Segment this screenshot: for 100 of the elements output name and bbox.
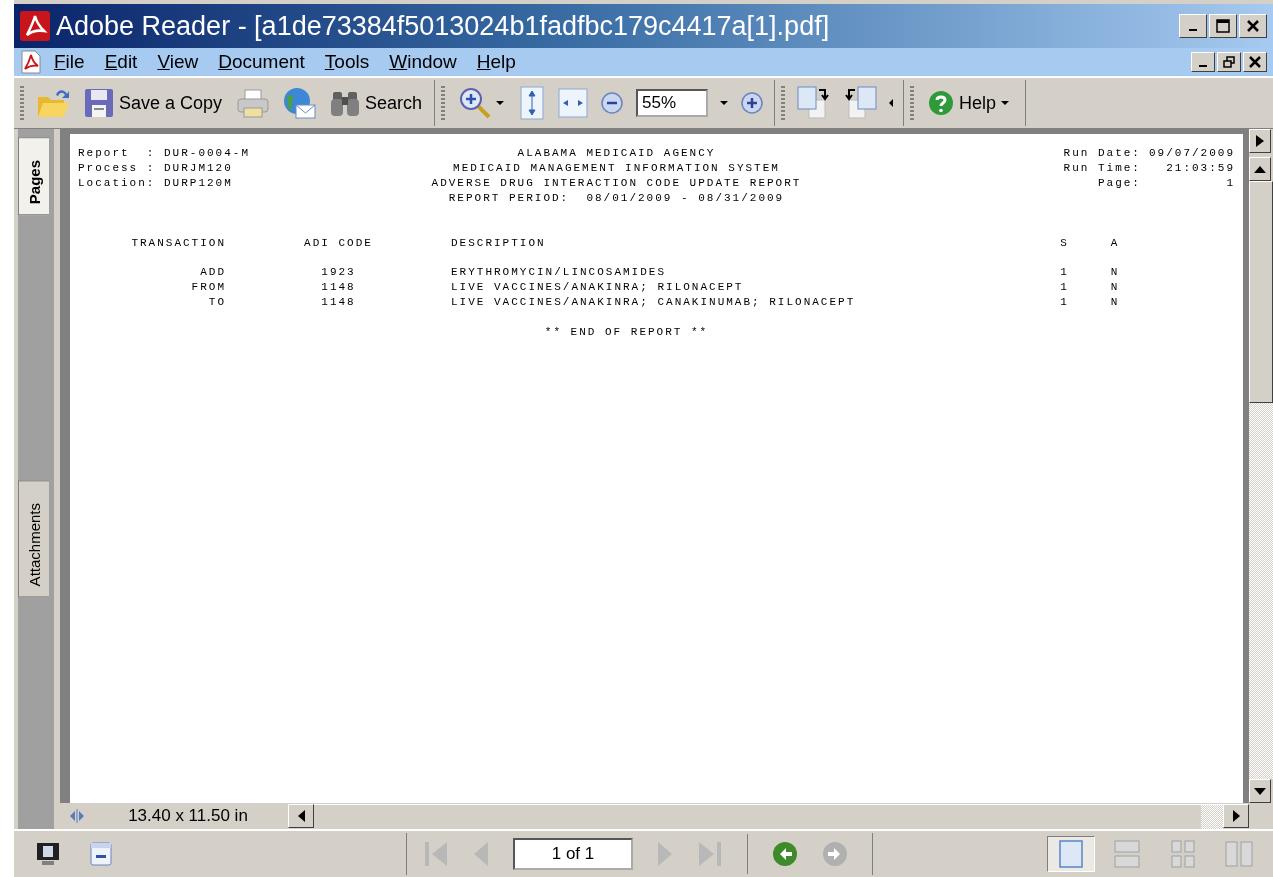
magnifier-plus-icon xyxy=(459,87,492,119)
minimize-icon xyxy=(1199,65,1207,67)
table-cell-text: FROM xyxy=(190,280,226,295)
restore-icon xyxy=(1223,56,1235,68)
right-arrow-icon xyxy=(1232,810,1240,822)
down-arrow-icon xyxy=(1254,787,1266,795)
zoom-in-icon[interactable] xyxy=(740,91,765,115)
page-number-field[interactable]: 1 of 1 xyxy=(513,838,633,870)
page-layout-button[interactable] xyxy=(1047,836,1095,872)
caret-icon xyxy=(1001,101,1010,105)
up-arrow-icon xyxy=(1254,165,1266,173)
table-cell-text: 1148 xyxy=(320,280,357,295)
menu-item[interactable]: Window xyxy=(381,51,465,73)
single-page-icon xyxy=(1059,840,1083,868)
menu-item[interactable]: Document xyxy=(210,51,313,73)
panel-toggle-button[interactable] xyxy=(1249,129,1271,153)
menu-item[interactable]: File xyxy=(46,51,93,73)
zoom-caret-icon[interactable] xyxy=(720,101,729,105)
report-heading-line: ADVERSE DRUG INTERACTION CODE UPDATE REPORT xyxy=(431,176,802,191)
report-heading-line: ALABAMA MEDICAID AGENCY xyxy=(517,146,716,161)
zoom-out-icon[interactable] xyxy=(600,91,625,115)
window-title: Adobe Reader - [a1de73384f5013024b1fadfbc179c4417a[1].pdf] xyxy=(56,10,831,42)
facing-pages-icon xyxy=(1225,841,1253,867)
close-icon xyxy=(1246,19,1260,33)
column-heading: TRANSACTION xyxy=(130,236,226,251)
table-cell-text: LIVE VACCINES/ANAKINRA; CANAKINUMAB; RILONACEPT xyxy=(451,295,857,310)
maximize-button[interactable] xyxy=(1209,14,1237,38)
run-info-value: 21:03:59 xyxy=(1166,161,1235,176)
minimize-icon xyxy=(1189,29,1197,31)
table-cell-text: 1 xyxy=(1059,295,1070,310)
menu-item[interactable]: Tools xyxy=(316,51,378,73)
table-cell-text: 1 xyxy=(1059,265,1070,280)
search-button[interactable]: Search xyxy=(328,87,425,119)
scroll-down-button[interactable] xyxy=(1249,779,1271,803)
page-size-label: 13.40 x 11.50 in xyxy=(127,806,249,826)
side-panel-tab[interactable]: Pages xyxy=(18,137,49,216)
scrollbar-thumb[interactable] xyxy=(1201,804,1223,829)
doc-minimize-button[interactable] xyxy=(1191,52,1215,72)
next-page-icon xyxy=(657,840,673,868)
table-cell-text: ADD xyxy=(199,265,226,280)
rotate-clockwise-icon[interactable] xyxy=(797,86,832,120)
help-icon xyxy=(928,90,955,116)
first-page-icon xyxy=(423,840,449,868)
last-page-icon xyxy=(697,840,723,868)
close-icon xyxy=(1248,55,1262,69)
open-folder-icon[interactable] xyxy=(36,87,70,119)
grid-pages-icon xyxy=(1171,840,1195,868)
menu-item[interactable]: Edit xyxy=(96,51,146,73)
monitor-icon[interactable] xyxy=(36,842,60,866)
binoculars-icon xyxy=(330,89,361,117)
zoom-tool-button[interactable] xyxy=(457,85,507,121)
app-logo-icon xyxy=(20,11,50,41)
close-button[interactable] xyxy=(1239,14,1267,38)
fit-height-icon[interactable] xyxy=(518,86,547,120)
table-cell-text: N xyxy=(1109,295,1121,310)
zoom-field[interactable]: 55% xyxy=(636,89,709,117)
table-cell-text: 1148 xyxy=(320,295,357,310)
table-cell-text: TO xyxy=(207,295,226,310)
help-button[interactable]: Help xyxy=(926,88,1012,118)
globe-mail-icon[interactable] xyxy=(282,87,317,119)
pdf-document-icon xyxy=(20,50,42,74)
rotate-counterclockwise-icon[interactable] xyxy=(843,86,878,120)
save-copy-button[interactable]: Save a Copy xyxy=(82,86,225,120)
end-of-report-text: ** END OF REPORT ** xyxy=(544,326,709,338)
fit-width-icon[interactable] xyxy=(558,88,589,118)
previous-page-icon xyxy=(473,840,489,868)
expand-arrow-icon[interactable] xyxy=(889,99,894,107)
column-heading: A xyxy=(1109,236,1121,251)
run-info-value: 1 xyxy=(1226,176,1235,191)
minimize-button[interactable] xyxy=(1179,14,1207,38)
run-info-label: Run Time: xyxy=(1063,161,1141,176)
back-button[interactable] xyxy=(772,841,798,867)
table-cell-text: 1 xyxy=(1059,280,1070,295)
run-info-label: Page: xyxy=(1097,176,1141,191)
scrollbar-thumb[interactable] xyxy=(1249,181,1273,403)
table-cell-text: LIVE VACCINES/ANAKINRA; RILONACEPT xyxy=(451,280,745,295)
column-heading: DESCRIPTION xyxy=(451,236,547,251)
run-info-value: 09/07/2009 xyxy=(1149,146,1235,161)
right-arrow-icon xyxy=(1256,135,1264,147)
report-heading-line: MEDICAID MANAGEMENT INFORMATION SYSTEM xyxy=(453,161,780,176)
side-panel-tab[interactable]: Attachments xyxy=(18,480,49,598)
scroll-left-button[interactable] xyxy=(288,804,314,828)
report-info-line: Location: DURP120M xyxy=(78,176,234,191)
table-cell-text: N xyxy=(1109,280,1121,295)
menu-item[interactable]: Help xyxy=(468,51,524,73)
report-info-line: Process : DURJM120 xyxy=(78,161,234,176)
panel-icon[interactable] xyxy=(90,842,112,866)
menu-item[interactable]: View xyxy=(149,51,207,73)
maximize-icon xyxy=(1216,19,1230,33)
report-info-line: Report : DUR-0004-M xyxy=(78,146,252,161)
column-heading: ADI CODE xyxy=(303,236,374,251)
doc-restore-button[interactable] xyxy=(1217,52,1241,72)
run-info-label: Run Date: xyxy=(1063,146,1141,161)
doc-close-button[interactable] xyxy=(1243,52,1267,72)
continuous-pages-icon xyxy=(1114,840,1140,868)
scroll-up-button[interactable] xyxy=(1249,157,1271,181)
table-cell-text: 1923 xyxy=(320,265,357,280)
scroll-right-button[interactable] xyxy=(1223,804,1249,828)
caret-icon xyxy=(496,101,505,105)
column-heading: S xyxy=(1059,236,1070,251)
